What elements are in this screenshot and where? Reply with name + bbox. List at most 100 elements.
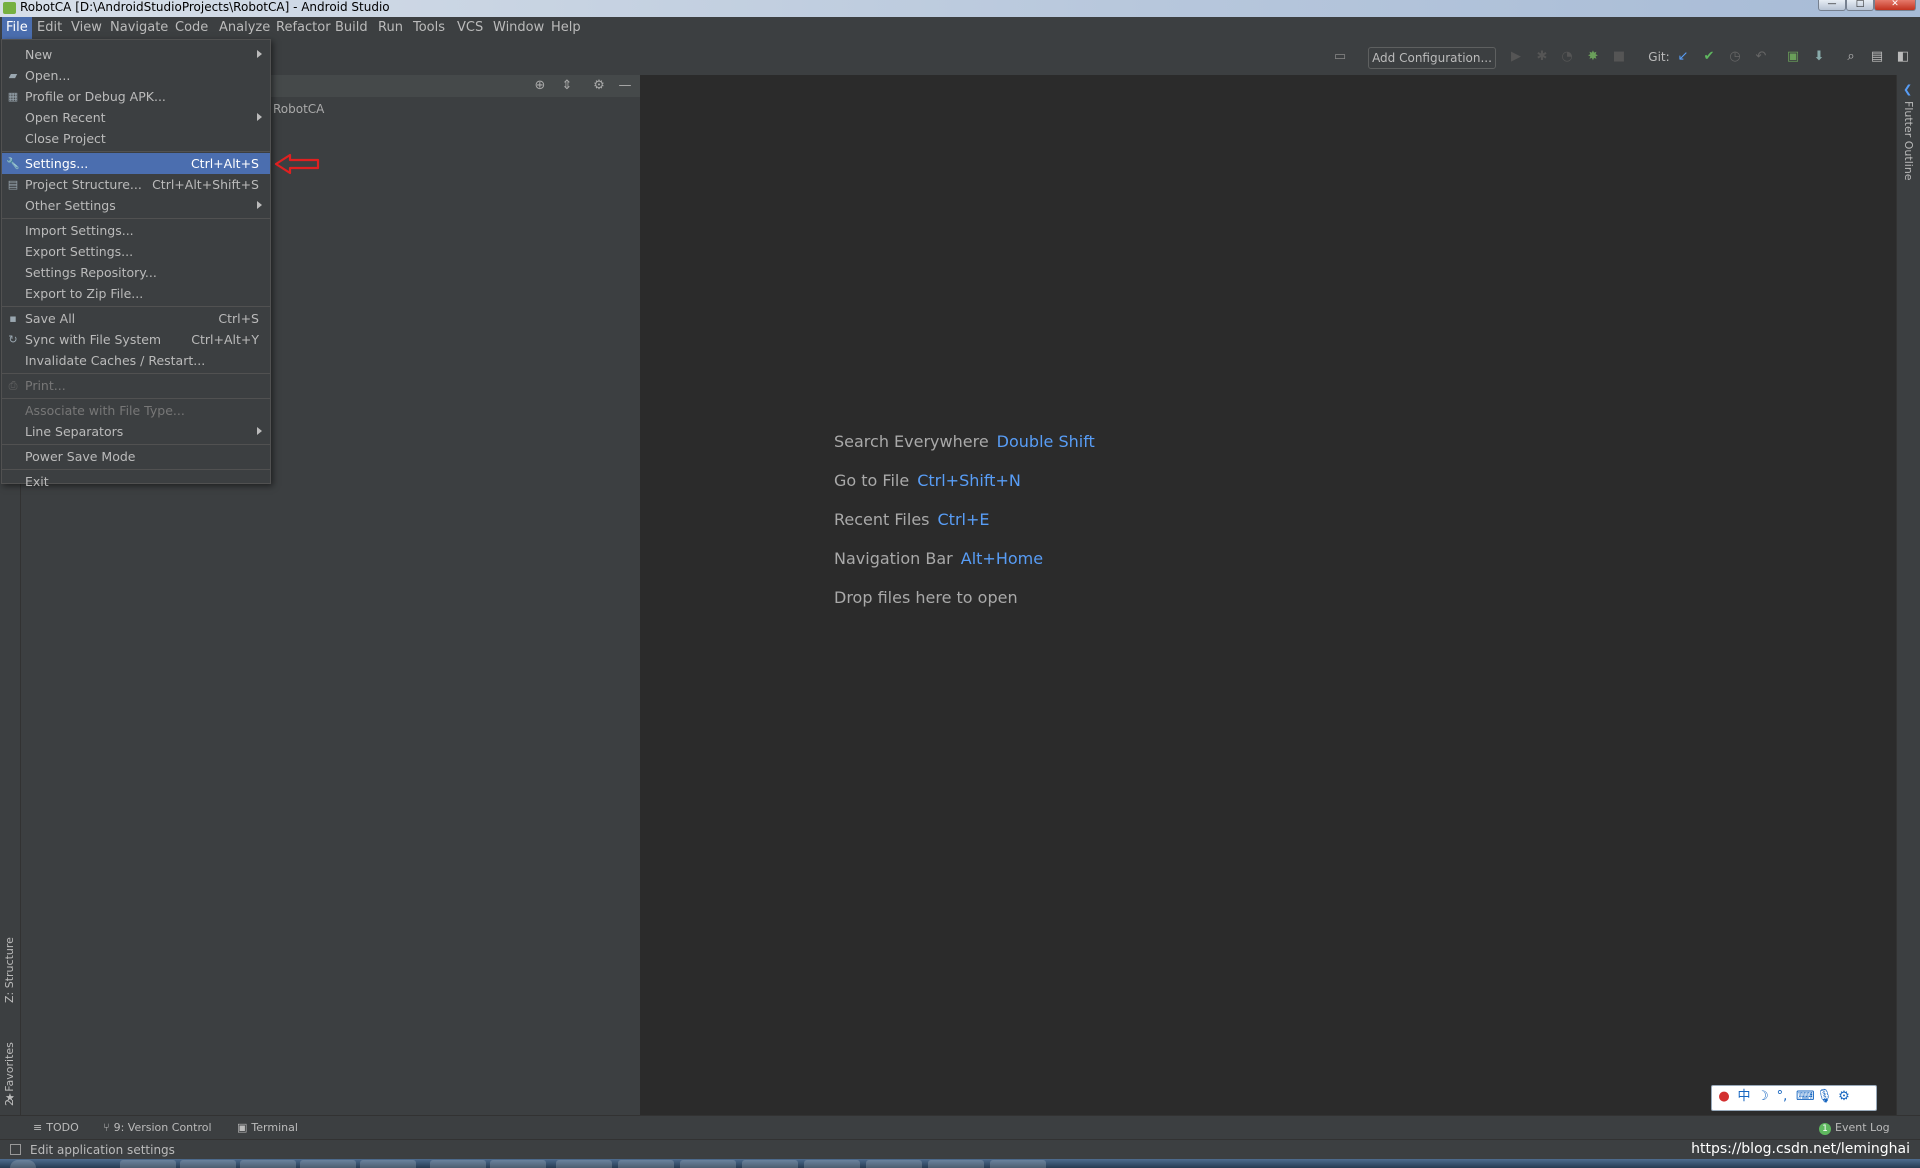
project-root-node[interactable]: RobotCA bbox=[273, 102, 324, 116]
flutter-outline-tab[interactable]: Flutter Outline bbox=[1902, 101, 1915, 181]
event-log-badge: 1 bbox=[1819, 1123, 1831, 1135]
menu-window[interactable]: Window bbox=[489, 17, 548, 39]
menu-item-save-all[interactable]: ▪ Save All Ctrl+S bbox=[2, 308, 270, 329]
menu-navigate[interactable]: Navigate bbox=[106, 17, 172, 39]
menu-view[interactable]: View bbox=[67, 17, 106, 39]
taskbar-app[interactable] bbox=[866, 1160, 922, 1168]
add-configuration-button[interactable]: Add Configuration... bbox=[1368, 47, 1496, 69]
submenu-arrow-icon bbox=[257, 113, 262, 121]
gear-icon[interactable]: ⚙ bbox=[591, 79, 607, 93]
minimize-button[interactable]: — bbox=[1818, 0, 1846, 11]
ime-microphone-icon[interactable]: 🎙 bbox=[1816, 1089, 1833, 1105]
menu-item-close-project[interactable]: Close Project bbox=[2, 128, 270, 149]
structure-tab[interactable]: Z: Structure bbox=[3, 937, 16, 1003]
layout-icon[interactable]: ▭ bbox=[1333, 50, 1347, 64]
git-revert-icon[interactable]: ↶ bbox=[1754, 50, 1768, 64]
menu-item-other-settings[interactable]: Other Settings bbox=[2, 195, 270, 216]
taskbar-app[interactable] bbox=[928, 1160, 984, 1168]
menu-item-invalidate-caches[interactable]: Invalidate Caches / Restart... bbox=[2, 350, 270, 371]
ime-punctuation-icon[interactable]: °, bbox=[1774, 1089, 1790, 1105]
taskbar-app[interactable] bbox=[680, 1160, 736, 1168]
taskbar-app[interactable] bbox=[240, 1160, 296, 1168]
profile-icon[interactable]: ◔ bbox=[1560, 50, 1574, 64]
menu-item-project-structure[interactable]: ▤ Project Structure... Ctrl+Alt+Shift+S bbox=[2, 174, 270, 195]
menu-item-print[interactable]: ⎙ Print... bbox=[2, 375, 270, 396]
hint-recent-files: Recent Files Ctrl+E bbox=[834, 510, 989, 529]
taskbar-app[interactable] bbox=[490, 1160, 546, 1168]
menu-separator bbox=[2, 218, 270, 219]
menu-item-new[interactable]: New bbox=[2, 44, 270, 65]
start-button[interactable] bbox=[10, 1160, 36, 1168]
menu-item-open[interactable]: ▰ Open... bbox=[2, 65, 270, 86]
menu-edit[interactable]: Edit bbox=[33, 17, 66, 39]
terminal-tab[interactable]: ▣ Terminal bbox=[237, 1121, 298, 1134]
menu-item-export-settings[interactable]: Export Settings... bbox=[2, 241, 270, 262]
git-commit-icon[interactable]: ✔ bbox=[1702, 50, 1716, 64]
menu-build[interactable]: Build bbox=[331, 17, 372, 39]
menu-item-profile-debug-apk[interactable]: ▦ Profile or Debug APK... bbox=[2, 86, 270, 107]
menu-item-associate-file-type[interactable]: Associate with File Type... bbox=[2, 400, 270, 421]
menu-vcs[interactable]: VCS bbox=[453, 17, 487, 39]
search-icon[interactable]: ⌕ bbox=[1844, 50, 1858, 64]
menu-item-sync-file-system[interactable]: ↻ Sync with File System Ctrl+Alt+Y bbox=[2, 329, 270, 350]
menu-item-settings[interactable]: 🔧 Settings... Ctrl+Alt+S bbox=[2, 153, 270, 174]
menu-run[interactable]: Run bbox=[374, 17, 407, 39]
menu-item-import-settings[interactable]: Import Settings... bbox=[2, 220, 270, 241]
watermark-url: https://blog.csdn.net/leminghai bbox=[1691, 1141, 1910, 1157]
menu-file[interactable]: File bbox=[2, 17, 32, 39]
maximize-button[interactable]: □ bbox=[1846, 0, 1874, 11]
project-structure-icon[interactable]: ▤ bbox=[1870, 50, 1884, 64]
ime-settings-icon[interactable]: ⚙ bbox=[1836, 1089, 1852, 1105]
version-control-tab[interactable]: ⑂ 9: Version Control bbox=[103, 1121, 212, 1134]
hide-panel-icon[interactable]: — bbox=[617, 79, 633, 93]
sdk-manager-icon[interactable]: ⬇ bbox=[1812, 50, 1826, 64]
taskbar-app[interactable] bbox=[804, 1160, 860, 1168]
save-icon: ▪ bbox=[9, 312, 17, 325]
menu-code[interactable]: Code bbox=[171, 17, 212, 39]
event-log-tab[interactable]: 1 Event Log bbox=[1819, 1121, 1890, 1135]
menu-item-export-zip[interactable]: Export to Zip File... bbox=[2, 283, 270, 304]
todo-label: TODO bbox=[46, 1121, 79, 1134]
taskbar-app[interactable] bbox=[180, 1160, 236, 1168]
stop-icon[interactable]: ■ bbox=[1612, 50, 1626, 64]
status-toggle-icon[interactable] bbox=[10, 1144, 21, 1155]
menu-item-label: Print... bbox=[25, 378, 66, 393]
taskbar-app[interactable] bbox=[618, 1160, 674, 1168]
taskbar-app[interactable] bbox=[742, 1160, 798, 1168]
locate-icon[interactable]: ⊕ bbox=[532, 79, 548, 93]
taskbar-app[interactable] bbox=[360, 1160, 416, 1168]
ime-keyboard-icon[interactable]: ⌨ bbox=[1796, 1089, 1815, 1105]
avd-manager-icon[interactable]: ▣ bbox=[1786, 50, 1800, 64]
menu-refactor[interactable]: Refactor bbox=[272, 17, 335, 39]
taskbar-app[interactable] bbox=[300, 1160, 356, 1168]
git-update-icon[interactable]: ↙ bbox=[1676, 50, 1690, 64]
menu-item-open-recent[interactable]: Open Recent bbox=[2, 107, 270, 128]
ime-toolbar[interactable]: ● 中 ☽ °, ⌨ 🎙 ⚙ bbox=[1711, 1085, 1877, 1111]
menu-item-exit[interactable]: Exit bbox=[2, 460, 270, 489]
ime-halfwidth-icon[interactable]: ☽ bbox=[1755, 1089, 1771, 1105]
debug-icon[interactable]: ✱ bbox=[1535, 50, 1549, 64]
todo-tab[interactable]: ≡ TODO bbox=[33, 1121, 79, 1134]
run-icon[interactable]: ▶ bbox=[1509, 50, 1523, 64]
ime-logo-icon[interactable]: ● bbox=[1716, 1089, 1732, 1105]
ime-chinese-icon[interactable]: 中 bbox=[1736, 1089, 1752, 1105]
taskbar-app[interactable] bbox=[990, 1160, 1046, 1168]
menu-item-line-separators[interactable]: Line Separators bbox=[2, 421, 270, 442]
menu-item-label: Other Settings bbox=[25, 198, 116, 213]
close-button[interactable]: ✕ bbox=[1874, 0, 1916, 11]
hint-label: Drop files here to open bbox=[834, 588, 1018, 607]
git-history-icon[interactable]: ◷ bbox=[1728, 50, 1742, 64]
favorites-star-icon: ★ bbox=[5, 1091, 15, 1104]
window-title: RobotCA [D:\AndroidStudioProjects\RobotC… bbox=[20, 0, 390, 14]
menu-tools[interactable]: Tools bbox=[409, 17, 449, 39]
device-file-explorer-icon[interactable]: ◧ bbox=[1896, 50, 1910, 64]
collapse-all-icon[interactable]: ⇕ bbox=[559, 79, 575, 93]
menu-help[interactable]: Help bbox=[547, 17, 585, 39]
menu-item-settings-repository[interactable]: Settings Repository... bbox=[2, 262, 270, 283]
taskbar-app[interactable] bbox=[430, 1160, 486, 1168]
taskbar-app[interactable] bbox=[556, 1160, 612, 1168]
menu-item-label: Save All bbox=[25, 311, 76, 326]
attach-debugger-icon[interactable]: ✸ bbox=[1586, 50, 1600, 64]
taskbar-app[interactable] bbox=[120, 1160, 176, 1168]
menu-analyze[interactable]: Analyze bbox=[215, 17, 274, 39]
